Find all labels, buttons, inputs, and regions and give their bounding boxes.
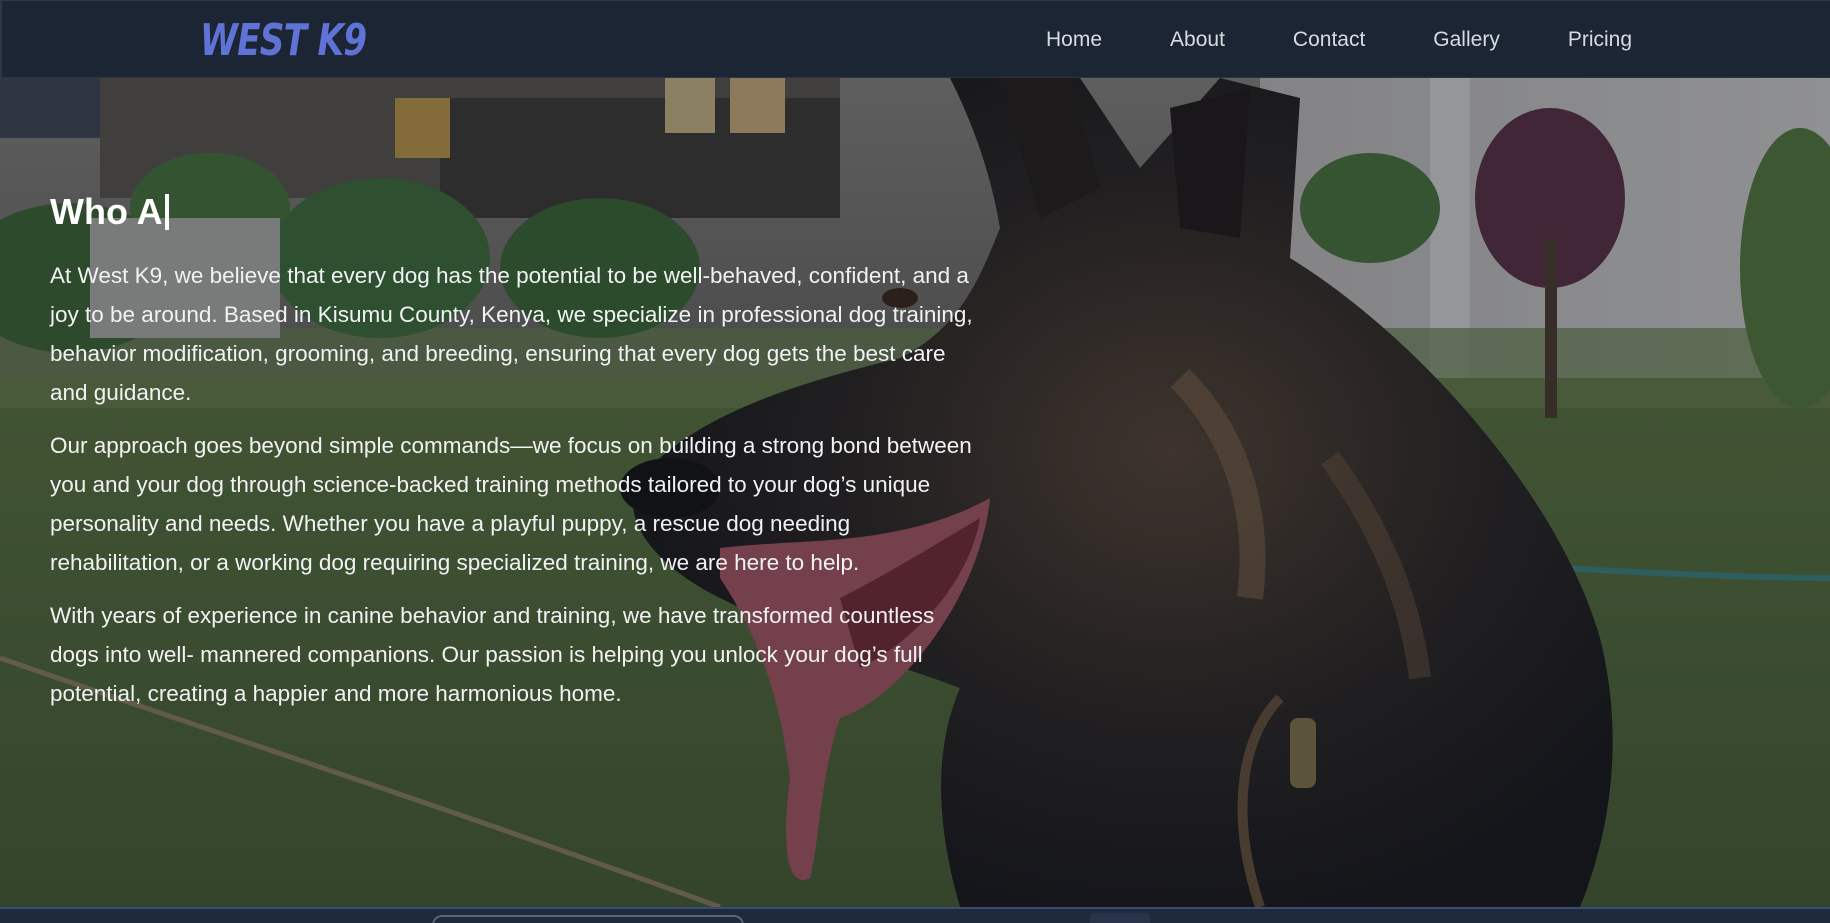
page: WEST K9 Home About Contact Gallery Prici… [0,0,1830,923]
about-content: Who A At West K9, we believe that every … [50,190,980,727]
nav-menu: Home About Contact Gallery Pricing [1046,1,1632,79]
nav-link-pricing[interactable]: Pricing [1568,28,1632,52]
hero-section: Who A At West K9, we believe that every … [0,78,1830,907]
nav-link-home[interactable]: Home [1046,28,1102,52]
about-heading: Who A [50,190,980,234]
partial-chip-edge [1090,913,1150,923]
typing-cursor [164,194,169,230]
nav-link-about[interactable]: About [1170,28,1225,52]
about-paragraph-2: Our approach goes beyond simple commands… [50,433,972,575]
about-paragraph-1: At West K9, we believe that every dog ha… [50,263,973,405]
partial-card-edge [432,915,744,923]
about-heading-text: Who A [50,191,163,232]
next-section-edge [0,907,1830,923]
about-paragraph-3: With years of experience in canine behav… [50,603,935,706]
nav-link-gallery[interactable]: Gallery [1433,28,1500,52]
nav-link-contact[interactable]: Contact [1293,28,1365,52]
site-logo[interactable]: WEST K9 [200,11,367,71]
navbar: WEST K9 Home About Contact Gallery Prici… [0,0,1830,78]
